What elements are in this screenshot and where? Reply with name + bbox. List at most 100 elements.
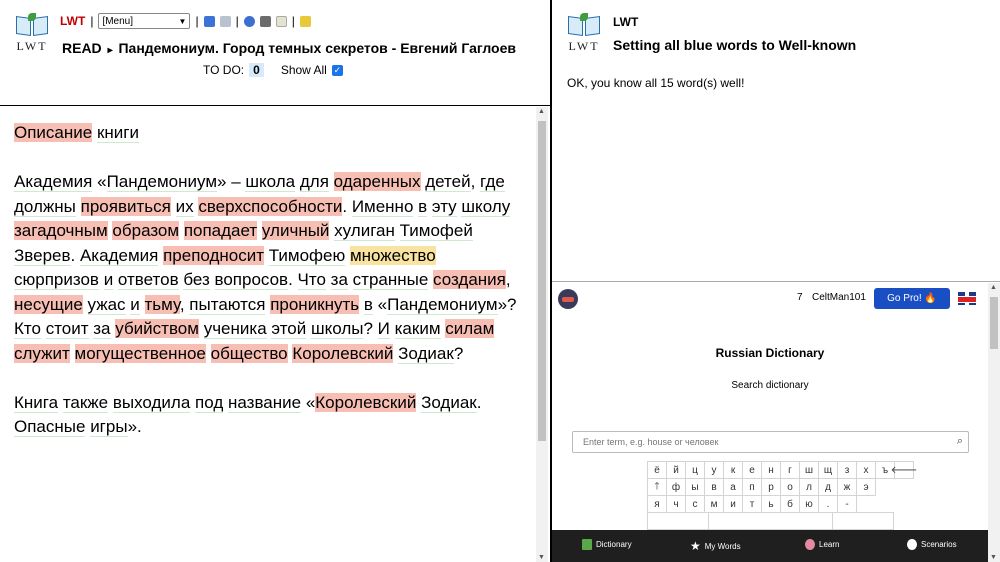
unknown-word[interactable]: одаренных bbox=[333, 172, 421, 191]
known-word[interactable]: Зодиак bbox=[398, 343, 454, 364]
keyboard-key[interactable]: м bbox=[704, 495, 724, 513]
reader-scrollbar[interactable]: ▲ ▼ bbox=[536, 107, 548, 562]
edit-text-icon[interactable] bbox=[275, 15, 287, 27]
known-word[interactable]: для bbox=[299, 172, 329, 192]
dictionary-scrollbar[interactable]: ▲ ▼ bbox=[988, 283, 1000, 562]
unknown-word[interactable]: убийством bbox=[115, 319, 199, 338]
unknown-word[interactable]: проникнуть bbox=[270, 294, 360, 314]
known-word[interactable]: школа bbox=[245, 172, 296, 192]
unknown-word[interactable]: сверхспособности bbox=[198, 196, 343, 216]
uk-flag-icon[interactable] bbox=[958, 292, 976, 305]
known-word[interactable]: Опасные bbox=[14, 417, 86, 437]
known-word[interactable]: стоит bbox=[45, 319, 89, 339]
unknown-word[interactable]: силам bbox=[445, 319, 495, 338]
keyboard-key[interactable]: у bbox=[704, 461, 724, 479]
unknown-word[interactable]: общество bbox=[210, 343, 288, 363]
known-word[interactable]: Что bbox=[297, 270, 326, 290]
keyboard-key[interactable]: з bbox=[837, 461, 857, 479]
known-word[interactable]: каким bbox=[394, 319, 441, 339]
keyboard-key[interactable]: ц bbox=[685, 461, 705, 479]
keyboard-key[interactable]: ё bbox=[647, 461, 667, 479]
keyboard-key[interactable]: в bbox=[704, 478, 724, 496]
unknown-word[interactable]: несущие bbox=[14, 294, 83, 314]
keyboard-key[interactable]: ы bbox=[685, 478, 705, 496]
known-word[interactable]: за bbox=[330, 270, 348, 290]
search-icon[interactable]: ⌕ bbox=[957, 435, 963, 448]
unknown-word[interactable]: Королевский bbox=[315, 392, 417, 412]
keyboard-key[interactable]: е bbox=[742, 461, 762, 479]
keyboard-key[interactable]: н bbox=[761, 461, 781, 479]
known-word[interactable]: где bbox=[480, 172, 505, 192]
known-word[interactable]: хулиган bbox=[334, 221, 395, 241]
username[interactable]: CeltMan101 bbox=[812, 292, 866, 303]
keyboard-key[interactable]: р bbox=[761, 478, 781, 496]
keyboard-key[interactable]: 🡐 bbox=[891, 461, 917, 479]
known-word[interactable]: Пандемониум bbox=[387, 294, 498, 315]
known-word[interactable]: в bbox=[418, 196, 428, 217]
known-word[interactable]: название bbox=[228, 392, 302, 413]
keyboard-key[interactable]: ш bbox=[799, 461, 819, 479]
keyboard-key[interactable]: щ bbox=[818, 461, 838, 479]
keyboard-key[interactable]: и bbox=[723, 495, 743, 513]
keyboard-key[interactable]: 🡑 bbox=[647, 478, 667, 496]
known-word[interactable]: Тимофей bbox=[399, 221, 473, 241]
keyboard-key[interactable]: й bbox=[666, 461, 686, 479]
keyboard-key[interactable]: т bbox=[742, 495, 762, 513]
scroll-up-icon[interactable]: ▲ bbox=[990, 284, 997, 291]
known-word[interactable]: ужас bbox=[87, 294, 126, 315]
print-icon[interactable] bbox=[259, 15, 271, 27]
known-word[interactable]: Тимофею bbox=[268, 245, 346, 266]
keyboard-key[interactable]: ь bbox=[761, 495, 781, 513]
unknown-word[interactable]: Королевский bbox=[292, 343, 394, 363]
nav-scenarios[interactable]: Scenarios bbox=[907, 539, 957, 550]
known-word[interactable]: пытаются bbox=[189, 294, 266, 315]
known-word[interactable]: странные bbox=[352, 270, 429, 290]
known-word[interactable]: Кто bbox=[14, 319, 41, 339]
keyboard-key[interactable] bbox=[708, 512, 833, 530]
known-word[interactable]: за bbox=[93, 319, 111, 339]
unknown-word[interactable]: Описание bbox=[14, 123, 93, 142]
known-word[interactable]: должны bbox=[14, 196, 76, 217]
menu-select[interactable]: [Menu] ▼ bbox=[98, 13, 191, 29]
help-icon[interactable] bbox=[243, 15, 255, 27]
known-word[interactable]: Академия bbox=[79, 245, 159, 266]
keyboard-key[interactable]: л bbox=[799, 478, 819, 496]
go-pro-button[interactable]: Go Pro! 🔥 bbox=[874, 288, 950, 309]
known-word[interactable]: Пандемониум bbox=[106, 172, 218, 192]
known-word[interactable]: их bbox=[175, 196, 194, 217]
known-word[interactable]: выходила bbox=[112, 392, 191, 413]
unknown-word[interactable]: загадочным bbox=[14, 221, 108, 240]
keyboard-key[interactable]: б bbox=[780, 495, 800, 513]
known-word[interactable]: под bbox=[195, 392, 224, 413]
known-word[interactable]: Зверев bbox=[14, 245, 71, 266]
known-word[interactable]: сюрпризов bbox=[14, 270, 99, 290]
unknown-word[interactable]: создания bbox=[433, 270, 506, 289]
unknown-word[interactable]: могущественное bbox=[74, 343, 206, 363]
keyboard-key[interactable]: с bbox=[685, 495, 705, 513]
learning-word[interactable]: множество bbox=[349, 245, 436, 265]
nav-dictionary[interactable]: Dictionary bbox=[582, 539, 632, 550]
scroll-thumb[interactable] bbox=[990, 297, 998, 349]
known-word[interactable]: и bbox=[130, 294, 140, 315]
keyboard-key[interactable] bbox=[647, 512, 709, 530]
known-word[interactable]: вопросов bbox=[214, 270, 289, 290]
known-word[interactable]: ответов bbox=[117, 270, 179, 290]
keyboard-key[interactable]: ж bbox=[837, 478, 857, 496]
prev-text-icon[interactable] bbox=[203, 15, 215, 27]
scroll-thumb[interactable] bbox=[538, 121, 546, 441]
known-word[interactable]: школу bbox=[461, 196, 511, 217]
unknown-word[interactable]: проявиться bbox=[80, 196, 171, 216]
known-word[interactable]: Академия bbox=[14, 172, 93, 192]
known-word[interactable]: И bbox=[377, 319, 390, 339]
known-word[interactable]: игры bbox=[90, 417, 128, 437]
known-word[interactable]: книги bbox=[96, 123, 139, 143]
keyboard-key[interactable]: э bbox=[856, 478, 876, 496]
unknown-word[interactable]: попадает bbox=[183, 221, 258, 240]
scroll-down-icon[interactable]: ▼ bbox=[538, 554, 545, 561]
keyboard-key[interactable]: п bbox=[742, 478, 762, 496]
known-word[interactable]: ученика bbox=[203, 319, 267, 339]
nav-learn[interactable]: Learn bbox=[805, 539, 839, 550]
keyboard-key[interactable]: . bbox=[818, 495, 838, 513]
keyboard-key[interactable] bbox=[832, 512, 894, 530]
keyboard-key[interactable]: - bbox=[837, 495, 857, 513]
